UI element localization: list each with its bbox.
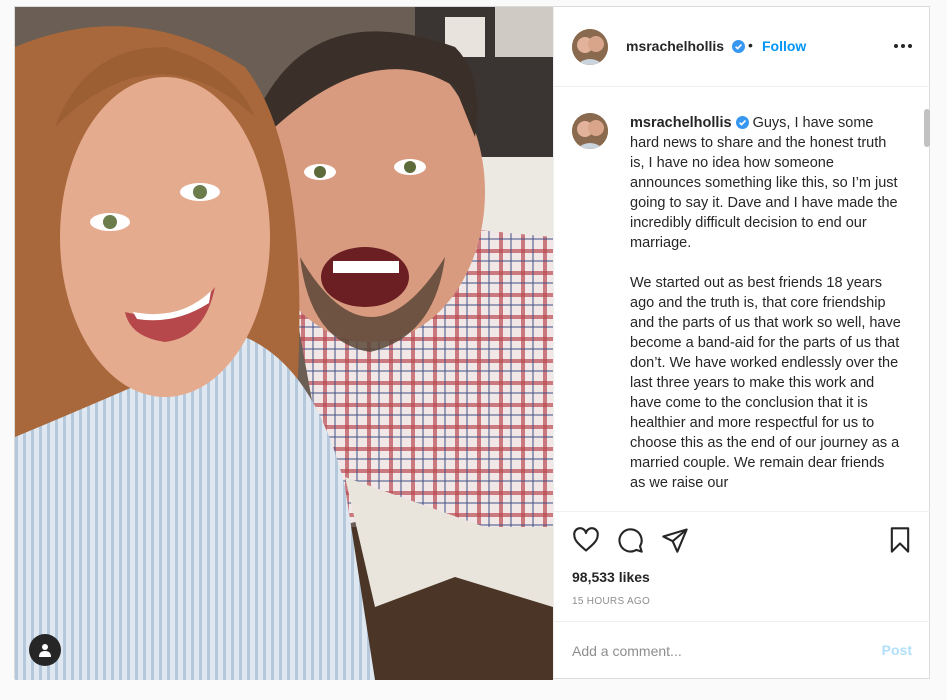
avatar[interactable] — [572, 29, 608, 65]
post-photo[interactable] — [15, 7, 553, 680]
more-options-icon[interactable] — [894, 37, 912, 55]
caption-paragraph: We started out as best friends 18 years … — [630, 275, 901, 491]
likes-count[interactable]: 98,533 likes — [572, 569, 650, 585]
post-timestamp[interactable]: 15 HOURS AGO — [572, 596, 650, 607]
caption-username[interactable]: msrachelhollis — [630, 115, 732, 131]
caption-scrollbar[interactable] — [924, 109, 930, 147]
header-username[interactable]: msrachelhollis — [626, 38, 745, 54]
username-link[interactable]: msrachelhollis — [626, 38, 724, 54]
post-actions: 98,533 likes 15 HOURS AGO — [554, 511, 930, 621]
separator-dot: • — [748, 37, 753, 53]
caption-area[interactable]: msrachelhollis Guys, I have some hard ne… — [554, 87, 930, 511]
instagram-post: msrachelhollis • Follow msrachelhollis G… — [14, 6, 930, 680]
bookmark-icon[interactable] — [886, 526, 914, 554]
post-side-panel: msrachelhollis • Follow msrachelhollis G… — [553, 7, 930, 678]
heart-icon[interactable] — [572, 526, 600, 554]
caption-paragraph: msrachelhollis Guys, I have some hard ne… — [630, 113, 902, 253]
post-header: msrachelhollis • Follow — [554, 7, 930, 87]
post-caption: msrachelhollis Guys, I have some hard ne… — [630, 113, 902, 511]
follow-button[interactable]: Follow — [762, 38, 806, 54]
verified-badge-icon — [735, 116, 749, 129]
verified-badge-icon — [731, 40, 745, 53]
post-comment-button[interactable]: Post — [882, 642, 912, 658]
caption-avatar[interactable] — [572, 113, 608, 149]
comment-bar: Post — [554, 621, 930, 678]
comment-bubble-icon[interactable] — [616, 526, 644, 554]
selfie-image — [15, 7, 553, 680]
user-tag-icon — [39, 644, 51, 657]
avatar-image — [572, 113, 608, 149]
caption-text: Guys, I have some hard news to share and… — [630, 115, 898, 251]
avatar-image — [572, 29, 608, 65]
user-tag-button[interactable] — [29, 634, 61, 666]
comment-input[interactable] — [572, 640, 862, 662]
paper-plane-icon[interactable] — [661, 526, 689, 554]
